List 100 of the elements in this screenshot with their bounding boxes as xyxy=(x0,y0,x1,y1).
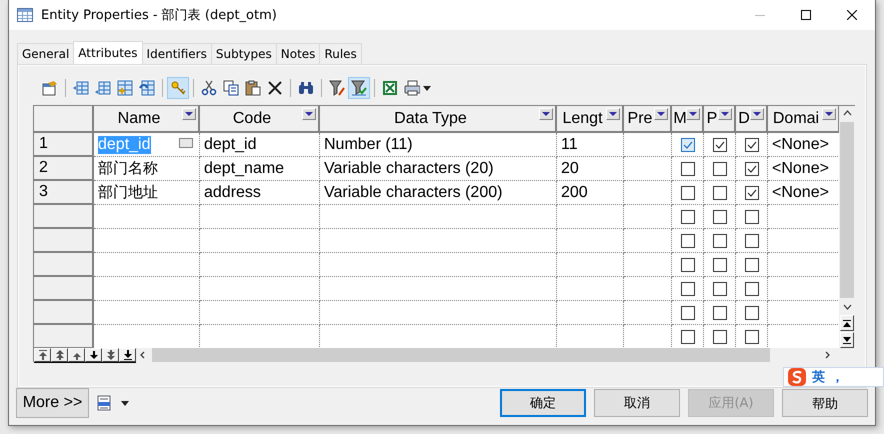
checkbox[interactable] xyxy=(712,138,726,152)
checkbox[interactable] xyxy=(712,282,726,296)
row-header[interactable] xyxy=(34,229,94,253)
move-bottom-button[interactable] xyxy=(119,348,136,362)
checkbox[interactable] xyxy=(712,258,726,272)
top-arrow-icon[interactable] xyxy=(843,320,851,326)
filter-button[interactable] xyxy=(539,108,553,120)
table-cell[interactable]: 部门名称 xyxy=(94,157,200,181)
filter-button[interactable] xyxy=(686,108,700,120)
scroll-up-icon[interactable] xyxy=(842,110,852,116)
dropdown-arrow-icon[interactable] xyxy=(305,112,313,116)
dropdown-arrow-icon[interactable] xyxy=(542,112,550,116)
checkbox[interactable] xyxy=(712,186,726,200)
checkbox[interactable] xyxy=(680,282,694,296)
dialog-button[interactable]: 帮助 xyxy=(782,389,868,417)
checkbox[interactable] xyxy=(680,162,694,176)
column-header[interactable]: M xyxy=(672,106,704,133)
dropdown-arrow-icon[interactable] xyxy=(825,112,833,116)
row-header[interactable]: 2 xyxy=(34,157,94,181)
table-cell: 200 xyxy=(557,181,624,205)
column-header[interactable]: Name xyxy=(94,106,200,133)
document-icon[interactable] xyxy=(97,395,111,411)
row-header[interactable] xyxy=(34,277,94,301)
column-header[interactable]: Code xyxy=(200,106,320,133)
move-top-icon[interactable] xyxy=(38,350,48,360)
filter-button[interactable] xyxy=(182,108,196,120)
checkbox[interactable] xyxy=(680,258,694,272)
ellipsis-button[interactable] xyxy=(179,138,193,148)
checkbox[interactable] xyxy=(712,210,726,224)
move-up-page-button[interactable] xyxy=(51,348,68,362)
tab[interactable]: Rules xyxy=(319,43,362,64)
scroll-down-icon[interactable] xyxy=(842,304,852,310)
dropdown-arrow-icon[interactable] xyxy=(721,112,729,116)
tab[interactable]: General xyxy=(17,43,74,64)
move-bottom-icon[interactable] xyxy=(122,350,132,360)
caret-icon[interactable] xyxy=(423,86,431,90)
more-button[interactable]: More >> xyxy=(16,388,89,418)
filter-button[interactable] xyxy=(750,108,764,120)
checkbox[interactable] xyxy=(744,138,758,152)
column-header[interactable]: Lengt xyxy=(557,106,624,133)
bottom-arrow-icon[interactable] xyxy=(843,336,851,344)
scroll-bottom-button[interactable] xyxy=(840,332,854,348)
dropdown-arrow-icon[interactable] xyxy=(689,112,697,116)
move-down-page-icon[interactable] xyxy=(106,350,116,360)
maximize-icon[interactable] xyxy=(801,10,811,20)
checkbox[interactable] xyxy=(680,186,694,200)
checkbox[interactable] xyxy=(744,162,758,176)
checkbox[interactable] xyxy=(744,282,758,296)
dropdown-arrow-icon[interactable] xyxy=(185,112,193,116)
table-cell xyxy=(557,277,624,301)
row-header[interactable] xyxy=(34,253,94,277)
checkbox[interactable] xyxy=(712,330,726,344)
checkbox[interactable] xyxy=(680,306,694,320)
move-up-page-icon[interactable] xyxy=(54,350,64,360)
filter-button[interactable] xyxy=(606,108,620,120)
punctuation-label[interactable]: ， xyxy=(831,368,844,386)
column-header[interactable]: Domai xyxy=(768,106,840,133)
dialog-button[interactable]: 取消 xyxy=(594,389,680,417)
column-header[interactable]: P xyxy=(704,106,736,133)
move-down-icon[interactable] xyxy=(88,350,98,360)
checkbox[interactable] xyxy=(744,210,758,224)
caret-icon[interactable] xyxy=(121,400,129,406)
checkbox[interactable] xyxy=(712,306,726,320)
checkbox[interactable] xyxy=(744,234,758,248)
checkbox[interactable] xyxy=(712,162,726,176)
checkbox[interactable] xyxy=(680,234,694,248)
dropdown-arrow-icon[interactable] xyxy=(753,112,761,116)
filter-button[interactable] xyxy=(654,108,668,120)
scroll-top-button[interactable] xyxy=(840,315,854,331)
row-header[interactable]: 3 xyxy=(34,181,94,205)
row-header[interactable] xyxy=(34,301,94,325)
checkbox[interactable] xyxy=(744,330,758,344)
column-header[interactable]: Pre xyxy=(624,106,672,133)
row-header[interactable] xyxy=(34,205,94,229)
checkbox[interactable] xyxy=(680,210,694,224)
checkbox[interactable] xyxy=(680,138,694,152)
tab[interactable]: Attributes xyxy=(73,41,143,64)
input-mode-label[interactable]: 英 xyxy=(812,368,825,386)
dropdown-arrow-icon[interactable] xyxy=(609,112,617,116)
checkbox[interactable] xyxy=(744,258,758,272)
move-down-page-button[interactable] xyxy=(102,348,119,362)
dialog-button[interactable]: 确定 xyxy=(500,389,586,417)
filter-button[interactable] xyxy=(718,108,732,120)
checkbox[interactable] xyxy=(680,330,694,344)
checkbox[interactable] xyxy=(744,186,758,200)
filter-button[interactable] xyxy=(302,108,316,120)
move-top-button[interactable] xyxy=(34,348,51,362)
table-icon xyxy=(17,8,33,22)
checkbox[interactable] xyxy=(712,234,726,248)
move-up-button[interactable] xyxy=(68,348,85,362)
column-header[interactable]: D xyxy=(736,106,768,133)
dropdown-arrow-icon[interactable] xyxy=(657,112,665,116)
checkbox[interactable] xyxy=(744,306,758,320)
table-cell[interactable]: 部门地址 xyxy=(94,181,200,205)
close-icon[interactable] xyxy=(847,10,857,20)
column-header[interactable]: Data Type xyxy=(320,106,557,133)
move-down-button[interactable] xyxy=(85,348,102,362)
row-header[interactable]: 1 xyxy=(34,133,94,157)
filter-button[interactable] xyxy=(822,108,836,120)
vertical-scrollbar[interactable] xyxy=(839,106,855,348)
